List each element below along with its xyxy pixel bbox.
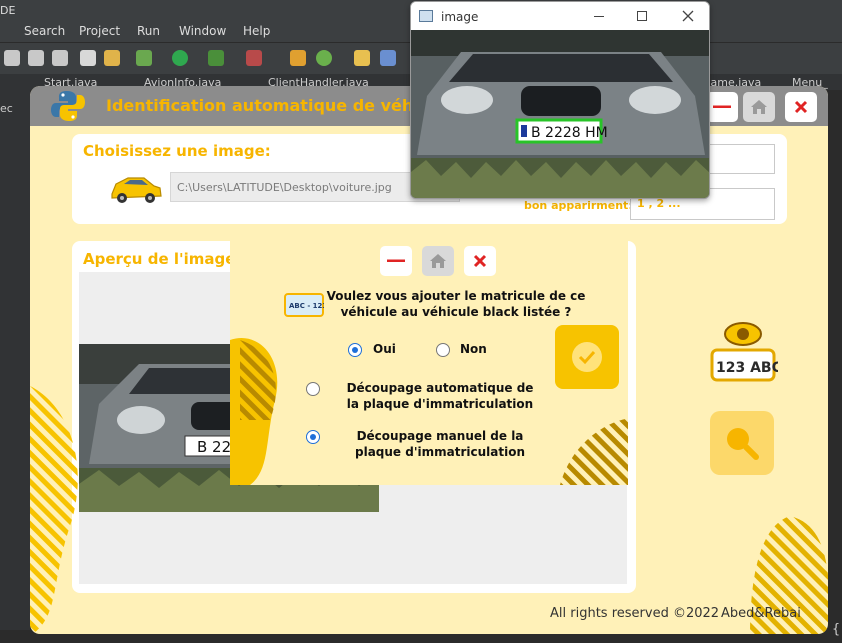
ide-code-brace: {: [832, 622, 840, 637]
image-window: image B 2228 HM: [410, 1, 710, 199]
confirm-button[interactable]: [555, 325, 619, 389]
dialog-home-button[interactable]: [422, 246, 454, 276]
blacklist-dialog: ABC - 123 Voulez vous ajouter le matricu…: [230, 240, 628, 485]
minimize-button[interactable]: [706, 92, 738, 122]
plate-icon-text: 123 ABC: [716, 360, 778, 376]
yes-radio[interactable]: [348, 343, 362, 357]
match-label: bon apparirment:: [524, 199, 633, 212]
dialog-question: Voulez vous ajouter le matricule de ce v…: [326, 289, 586, 319]
window-app-icon: [419, 10, 433, 22]
image-window-title: image: [441, 10, 479, 24]
decorative-stripes-dialog: [560, 418, 628, 485]
menu-project[interactable]: Project: [79, 24, 120, 38]
toolbar-list-icon[interactable]: [80, 50, 96, 66]
minus-icon: [713, 105, 731, 108]
toolbar-redo-icon[interactable]: [28, 50, 44, 66]
toolbar-debug-icon[interactable]: [136, 50, 152, 66]
python-logo-icon: [50, 89, 86, 127]
detected-plate-text: B 2228 HM: [531, 125, 608, 141]
toolbar-coverage-icon[interactable]: [208, 50, 224, 66]
home-icon: [430, 254, 446, 268]
ide-gutter-text: ec: [0, 102, 13, 115]
auto-crop-radio[interactable]: [306, 382, 320, 396]
plate-recognition-icon[interactable]: 123 ABC: [708, 320, 782, 388]
footer-rights: All rights reserved ©2022: [550, 606, 720, 621]
footer-author: Abed&Rebai: [721, 606, 801, 621]
toolbar-search-icon[interactable]: [380, 50, 396, 66]
toolbar-new-class-icon[interactable]: [316, 50, 332, 66]
car-icon[interactable]: [106, 168, 164, 212]
result-field[interactable]: [700, 144, 775, 174]
window-minimize-icon[interactable]: [594, 16, 604, 17]
license-plate-badge-icon: ABC - 123: [284, 293, 327, 321]
menu-help[interactable]: Help: [243, 24, 270, 38]
window-close-icon[interactable]: [681, 8, 695, 27]
search-button[interactable]: [710, 411, 774, 475]
dialog-minimize-button[interactable]: [380, 246, 412, 276]
toolbar-jump-icon[interactable]: [52, 50, 68, 66]
minus-icon: [387, 259, 405, 262]
window-maximize-icon[interactable]: [637, 11, 647, 21]
decorative-blob-left: [230, 330, 290, 485]
ide-title-fragment: DE: [0, 4, 16, 17]
close-icon: [794, 100, 808, 114]
home-button[interactable]: [743, 92, 775, 122]
auto-crop-label[interactable]: Découpage automatique de la plaque d'imm…: [340, 380, 540, 412]
close-button[interactable]: [785, 92, 817, 122]
toolbar-package-icon[interactable]: [290, 50, 306, 66]
decorative-stripes-left: [30, 386, 90, 634]
manual-crop-radio[interactable]: [306, 430, 320, 444]
ide-gutter: ec: [0, 90, 30, 643]
choose-image-title: Choisissez une image:: [83, 142, 271, 160]
toolbar-open-folder-icon[interactable]: [354, 50, 370, 66]
detected-car-image: B 2228 HM: [411, 30, 709, 198]
menu-search[interactable]: Search: [24, 24, 65, 38]
toolbar-external-icon[interactable]: [246, 50, 262, 66]
toolbar-undo-icon[interactable]: [4, 50, 20, 66]
checkmark-icon: [572, 342, 602, 372]
menu-run[interactable]: Run: [137, 24, 160, 38]
preview-title: Aperçu de l'image: [83, 250, 236, 268]
image-window-titlebar: image: [411, 2, 709, 30]
toolbar-annotate-icon[interactable]: [104, 50, 120, 66]
no-radio[interactable]: [436, 343, 450, 357]
manual-crop-label[interactable]: Découpage manuel de la plaque d'immatric…: [340, 428, 540, 460]
home-icon: [751, 100, 767, 114]
yes-label[interactable]: Oui: [373, 342, 396, 356]
plate-badge-text: ABC - 123: [289, 302, 324, 310]
menu-window[interactable]: Window: [179, 24, 226, 38]
app-title: Identification automatique de véhicule: [106, 96, 456, 115]
close-icon: [473, 254, 487, 268]
search-icon: [727, 428, 759, 460]
dialog-close-button[interactable]: [464, 246, 496, 276]
no-label[interactable]: Non: [460, 342, 487, 356]
toolbar-run-icon[interactable]: [172, 50, 188, 66]
